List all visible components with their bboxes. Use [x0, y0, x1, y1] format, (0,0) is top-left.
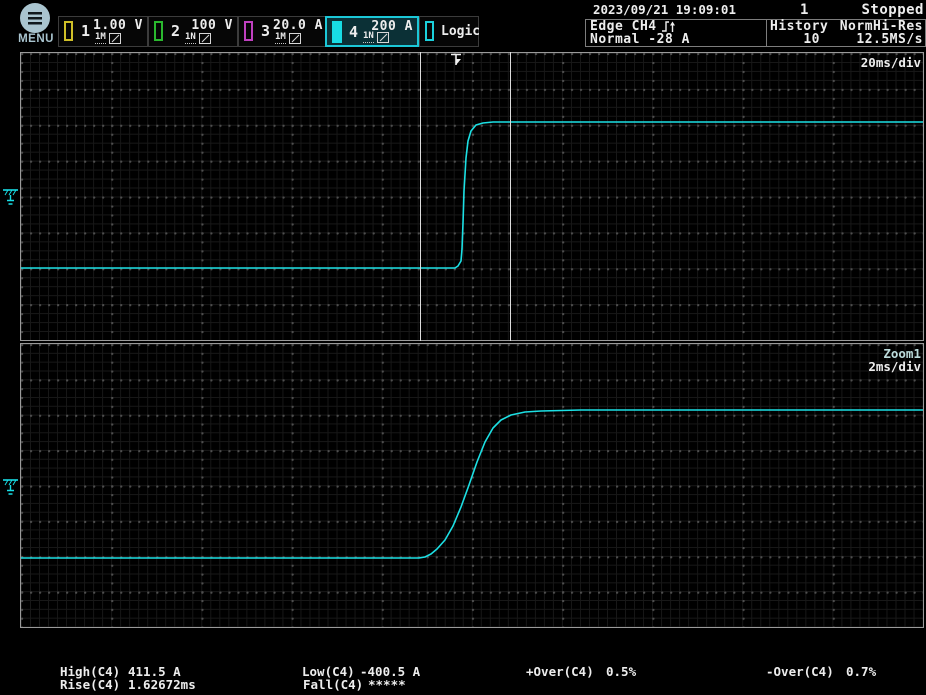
history-acquisition-box[interactable]: History NormHi-Res 10 12.5MS/s [767, 20, 925, 46]
channel1-color-chip-icon [64, 21, 73, 41]
logic-label: Logic [441, 24, 480, 39]
run-state-badge: Stopped [861, 2, 924, 18]
channel4-impedance: 1N [363, 31, 374, 43]
measure-nover-value: 0.7% [846, 664, 876, 679]
zoom-timebase-label: 2ms/div [868, 359, 921, 374]
measure-rise-label: Rise(C4) [60, 677, 120, 692]
channel4-number: 4 [349, 23, 358, 41]
channel2-scale: 100 V [191, 18, 233, 33]
ch4-trace-zoom [21, 410, 923, 558]
measure-nover-label: -Over(C4) [766, 664, 834, 679]
ch4-trace-main [21, 122, 923, 268]
measure-fall-label: Fall(C4) [303, 677, 363, 692]
menu-label: MENU [13, 33, 59, 45]
ch4-zoom-ground-level-marker-icon[interactable] [2, 472, 19, 497]
channel1-number: 1 [81, 22, 90, 40]
zoom-waveform-graticule [20, 343, 924, 628]
zoom-window-right-edge[interactable] [510, 52, 511, 341]
channel2-impedance: 1N [185, 32, 196, 44]
trigger-mode-line: Normal -28 A [590, 33, 690, 46]
bandwidth-icon [109, 33, 121, 44]
measure-rise-value: 1.62672ms [128, 677, 196, 692]
channel3-impedance: 1M [275, 32, 286, 44]
main-timebase-label: 20ms/div [861, 55, 921, 70]
channel2-color-chip-icon [154, 21, 163, 41]
measure-pover-value: 0.5% [606, 664, 636, 679]
channel1-scale: 1.00 V [93, 18, 143, 33]
ch4-ground-level-marker-icon[interactable] [2, 182, 19, 207]
channel3-number: 3 [261, 22, 270, 40]
trigger-mode: Normal [590, 33, 640, 46]
channel2-box[interactable]: 2 100 V 1N [148, 16, 238, 47]
zoom-waveform-trace [21, 344, 923, 627]
sample-rate: 12.5MS/s [856, 33, 923, 46]
measure-pover-label: +Over(C4) [526, 664, 594, 679]
datetime-display: 2023/09/21 19:09:01 [593, 2, 736, 17]
channel2-number: 2 [171, 22, 180, 40]
bandwidth-icon [377, 32, 389, 43]
channel4-color-chip-icon [332, 21, 342, 43]
logic-button[interactable]: Logic [419, 16, 479, 47]
main-waveform-graticule [20, 52, 924, 341]
acquisition-count: 1 [800, 2, 809, 18]
zoom-window-left-edge[interactable] [420, 52, 421, 341]
channel3-color-chip-icon [244, 21, 253, 41]
bandwidth-icon [289, 33, 301, 44]
logic-color-chip-icon [425, 21, 434, 41]
hamburger-icon [28, 12, 42, 25]
channel3-scale: 20.0 A [273, 18, 323, 33]
bandwidth-icon [199, 33, 211, 44]
trigger-level: -28 A [648, 33, 690, 46]
channel1-impedance: 1M [95, 32, 106, 44]
measure-fall-value: ***** [368, 677, 406, 692]
oscilloscope-screen: MENU 1 1.00 V 1M 2 100 V 1N 3 20.0 A 1M … [0, 0, 926, 695]
menu-button[interactable]: MENU [13, 2, 59, 48]
main-waveform-trace [21, 53, 923, 340]
channel3-box[interactable]: 3 20.0 A 1M [238, 16, 328, 47]
trigger-settings-box[interactable]: Edge CH4 Normal -28 A History NormHi-Res… [585, 19, 926, 47]
menu-icon [20, 3, 50, 33]
trigger-position-marker-icon[interactable] [450, 53, 462, 66]
history-count: 10 [770, 33, 820, 46]
channel1-box[interactable]: 1 1.00 V 1M [58, 16, 148, 47]
channel4-box-selected[interactable]: 4 200 A 1N [325, 16, 419, 47]
